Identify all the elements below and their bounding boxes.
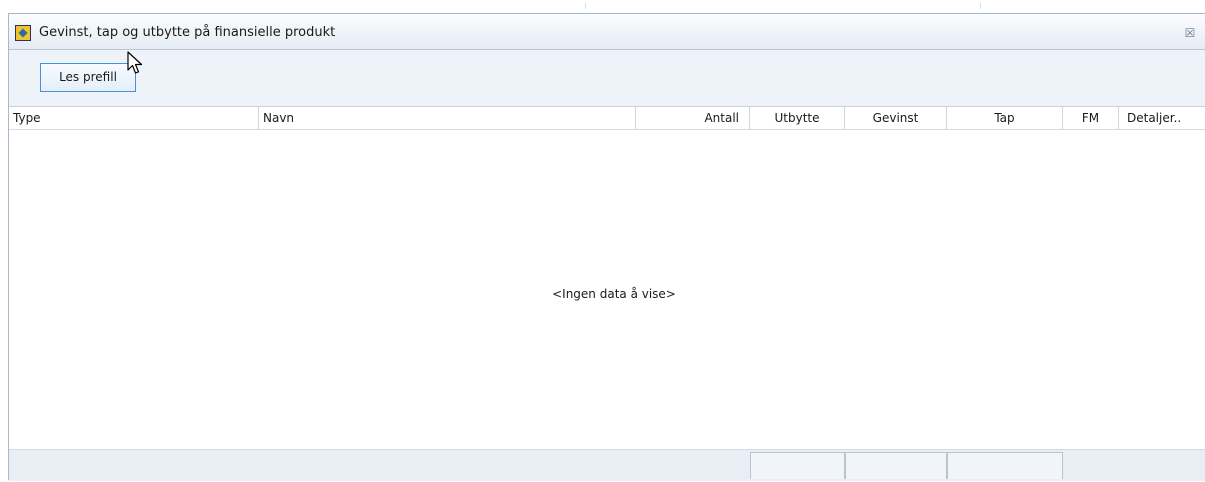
grid-header: Type Navn Antall Utbytte Gevinst Tap FM … bbox=[9, 106, 1205, 130]
panel-title: Gevinst, tap og utbytte på finansielle p… bbox=[39, 25, 336, 40]
financial-products-panel: Gevinst, tap og utbytte på finansielle p… bbox=[8, 13, 1205, 481]
column-header-navn[interactable]: Navn bbox=[259, 107, 636, 129]
form-icon bbox=[15, 25, 31, 41]
close-icon[interactable]: ☒ bbox=[1181, 24, 1199, 42]
column-header-tap[interactable]: Tap bbox=[947, 107, 1063, 129]
panel-titlebar: Gevinst, tap og utbytte på finansielle p… bbox=[9, 14, 1205, 50]
summary-cell-tap bbox=[947, 452, 1063, 479]
background-divider bbox=[980, 3, 981, 9]
grid-body[interactable]: <Ingen data å vise> bbox=[9, 130, 1205, 449]
mouse-pointer-icon bbox=[127, 51, 143, 74]
les-prefill-button[interactable]: Les prefill bbox=[40, 63, 136, 92]
column-header-detaljer[interactable]: Detaljer.. bbox=[1119, 107, 1205, 129]
background-strip bbox=[0, 0, 1205, 13]
summary-cell-gevinst bbox=[845, 452, 947, 479]
background-divider bbox=[585, 3, 586, 9]
column-header-type[interactable]: Type bbox=[9, 107, 259, 129]
column-header-antall[interactable]: Antall bbox=[636, 107, 750, 129]
empty-data-message: <Ingen data å vise> bbox=[552, 287, 676, 301]
column-header-utbytte[interactable]: Utbytte bbox=[750, 107, 845, 129]
grid-summary-footer bbox=[9, 449, 1205, 481]
summary-cell-utbytte bbox=[750, 452, 845, 479]
column-header-gevinst[interactable]: Gevinst bbox=[845, 107, 947, 129]
column-header-fm[interactable]: FM bbox=[1063, 107, 1119, 129]
panel-toolbar: Les prefill bbox=[9, 50, 1205, 106]
